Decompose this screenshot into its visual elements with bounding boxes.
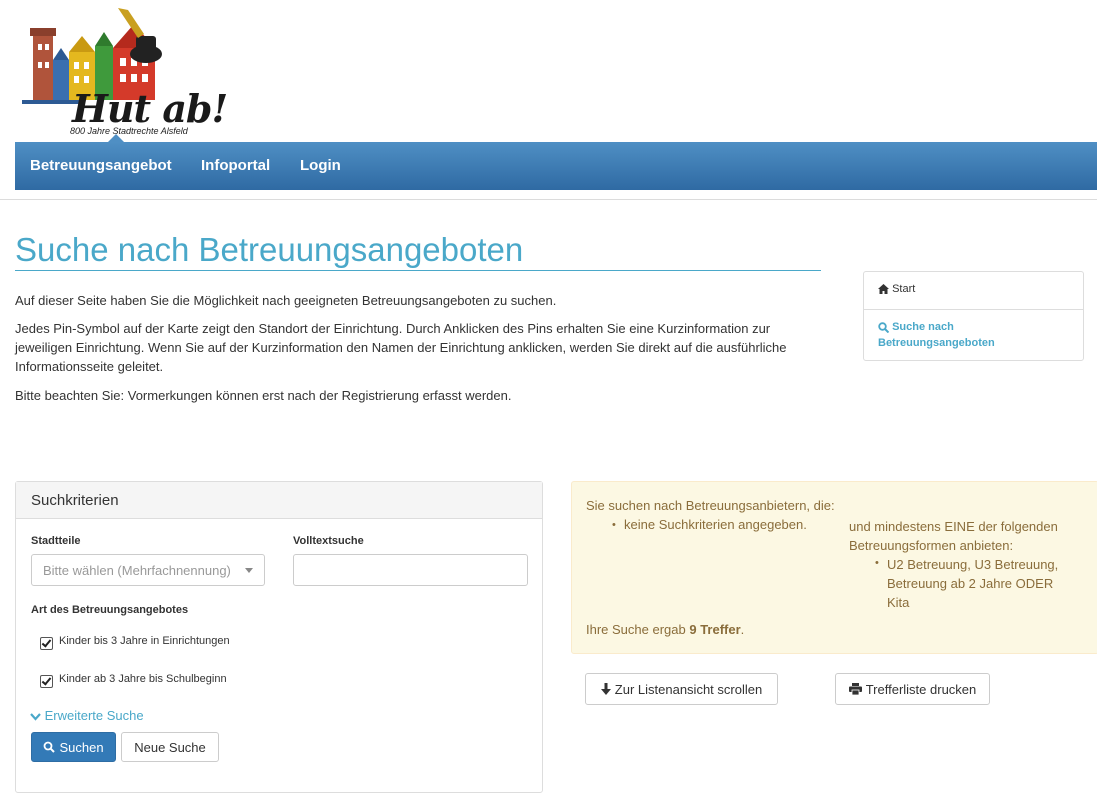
main-navbar: Betreuungsangebot Infoportal Login [15,134,1097,190]
chevron-down-icon [30,712,41,721]
search-summary-alert: Sie suchen nach Betreuungsanbietern, die… [571,481,1097,654]
search-icon [878,321,889,333]
nav-item-login[interactable]: Login [300,142,341,190]
search-criteria-panel: Suchkriterien Stadtteile Volltextsuche B… [15,481,543,793]
new-search-button[interactable]: Neue Suche [121,732,219,762]
logo-title: Hut ab! [72,86,228,131]
site-logo[interactable]: Hut ab! 800 Jahre Stadtrechte Alsfeld [18,4,228,140]
logo-subtitle: 800 Jahre Stadtrechte Alsfeld [70,126,188,136]
chevron-down-icon [245,568,253,573]
result-prefix: Ihre Suche ergab [586,622,686,637]
scroll-button-label: Zur Listenansicht scrollen [614,681,763,697]
extended-search-toggle[interactable]: Erweiterte Suche [30,708,144,723]
home-icon [878,284,889,295]
nav-item-betreuungsangebot[interactable]: Betreuungsangebot [30,142,172,190]
breadcrumb-separator [864,309,1083,310]
summary-item-criteria: keine Suchkriterien angegeben. [624,517,807,532]
checkbox-u3[interactable] [40,637,53,650]
breadcrumb-start[interactable]: Start [878,283,915,295]
breadcrumb-current[interactable]: Suche nach Betreuungsangeboten [878,319,1068,351]
result-suffix: . [740,622,745,637]
print-results-button[interactable]: Trefferliste drucken [835,673,990,705]
search-button[interactable]: Suchen [31,732,116,762]
result-count-text: Ihre Suche ergab 9 Treffer. [586,622,744,637]
breadcrumb-start-label: Start [892,283,916,295]
intro-paragraph: Auf dieser Seite haben Sie die Möglichke… [15,293,557,308]
breadcrumb-panel: Start Suche nach Betreuungsangeboten [863,271,1084,361]
summary-forms-intro: und mindestens EINE der folgenden Betreu… [849,519,1058,553]
scroll-to-list-button[interactable]: Zur Listenansicht scrollen [585,673,778,705]
stadtteile-select[interactable]: Bitte wählen (Mehrfachnennung) [31,554,265,586]
volltext-label: Volltextsuche [293,535,364,547]
header-divider [0,199,1097,200]
print-icon [848,683,862,695]
intro-paragraph: Bitte beachten Sie: Vormerkungen können … [15,388,512,403]
checkbox-u3-label[interactable]: Kinder bis 3 Jahre in Einrichtungen [59,635,230,647]
panel-title: Suchkriterien [31,492,119,509]
stadtteile-placeholder: Bitte wählen (Mehrfachnennung) [43,563,231,578]
breadcrumb-current-label: Suche nach Betreuungsangeboten [878,321,995,349]
page-title: Suche nach Betreuungsangeboten [15,231,524,268]
summary-item-forms: U2 Betreuung, U3 Betreuung, Betreuung ab… [887,557,1059,610]
bullet-icon: • [612,519,616,531]
volltext-input[interactable] [293,554,528,586]
title-underline [15,270,821,271]
checkbox-ue3-label[interactable]: Kinder ab 3 Jahre bis Schulbeginn [59,673,227,685]
panel-heading: Suchkriterien [16,482,542,519]
checkbox-ue3[interactable] [40,675,53,688]
stadtteile-label: Stadtteile [31,535,81,547]
result-count: 9 Treffer [689,622,741,637]
arrow-down-icon [600,683,611,695]
print-button-label: Trefferliste drucken [865,681,977,697]
search-icon [44,741,56,753]
intro-paragraph: Jedes Pin-Symbol auf der Karte zeigt den… [15,321,787,374]
summary-intro: Sie suchen nach Betreuungsanbietern, die… [586,498,835,513]
new-search-button-label: Neue Suche [134,739,206,755]
nav-item-infoportal[interactable]: Infoportal [201,142,270,190]
extended-search-label: Erweiterte Suche [44,708,144,723]
search-button-label: Suchen [59,739,104,755]
bullet-icon: • [875,557,879,569]
art-label: Art des Betreuungsangebotes [31,604,189,616]
